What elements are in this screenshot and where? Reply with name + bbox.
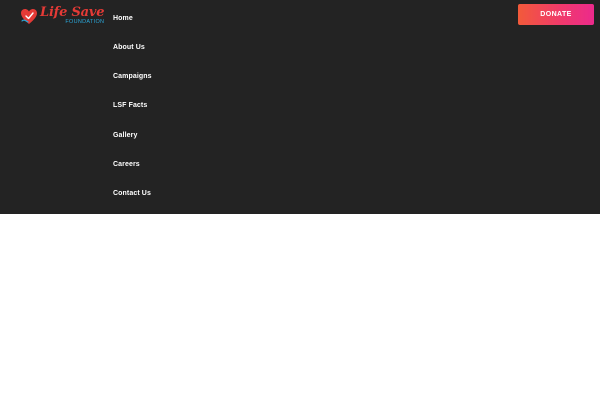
site-header: Life Save FOUNDATION Home About Us Campa… xyxy=(0,0,600,214)
logo-text: Life Save FOUNDATION xyxy=(40,5,105,26)
nav-item-contact-us[interactable]: Contact Us xyxy=(113,189,151,199)
nav-item-home[interactable]: Home xyxy=(113,14,133,24)
nav-item-about-us[interactable]: About Us xyxy=(113,43,145,53)
nav-item-gallery[interactable]: Gallery xyxy=(113,131,137,141)
brand-subtitle: FOUNDATION xyxy=(65,19,105,26)
nav-item-careers[interactable]: Careers xyxy=(113,160,140,170)
nav-item-campaigns[interactable]: Campaigns xyxy=(113,72,152,82)
page: Life Save FOUNDATION Home About Us Campa… xyxy=(0,0,600,400)
heart-hand-logo-icon xyxy=(21,9,37,24)
brand-name: Life Save xyxy=(40,5,105,21)
donate-button[interactable]: DONATE xyxy=(518,4,594,25)
nav-item-lsf-facts[interactable]: LSF Facts xyxy=(113,101,147,111)
site-logo[interactable]: Life Save FOUNDATION xyxy=(20,5,105,27)
